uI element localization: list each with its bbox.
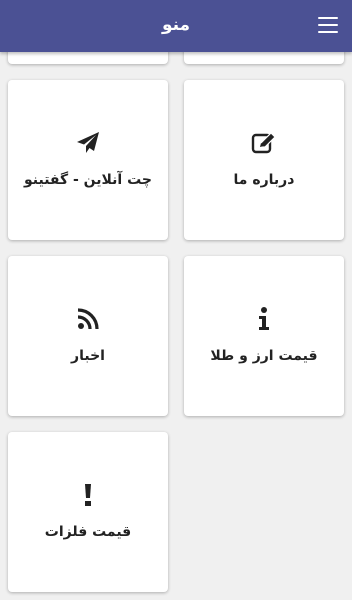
rss-icon: [8, 306, 168, 332]
menu-grid: درباره ما چت آنلاین - گفتینو قیمت ارز و …: [0, 0, 352, 600]
info-icon: [184, 306, 344, 332]
menu-card-label: اخبار: [71, 348, 105, 364]
hamburger-menu-icon[interactable]: [318, 17, 338, 33]
menu-card-news[interactable]: اخبار: [8, 256, 168, 416]
menu-card-about-us[interactable]: درباره ما: [184, 80, 344, 240]
paper-plane-icon: [8, 130, 168, 156]
menu-card-label: درباره ما: [233, 172, 295, 188]
menu-card-label: قیمت ارز و طلا: [210, 348, 318, 364]
app-bar: منو: [0, 0, 352, 52]
menu-card-online-chat[interactable]: چت آنلاین - گفتینو: [8, 80, 168, 240]
edit-icon: [184, 130, 344, 156]
menu-card-label: قیمت فلزات: [44, 524, 132, 540]
menu-card-currency-gold[interactable]: قیمت ارز و طلا: [184, 256, 344, 416]
menu-card-metal-prices[interactable]: قیمت فلزات: [8, 432, 168, 592]
page-title: منو: [161, 15, 191, 35]
exclamation-icon: [8, 482, 168, 508]
menu-card-label: چت آنلاین - گفتینو: [23, 172, 153, 188]
